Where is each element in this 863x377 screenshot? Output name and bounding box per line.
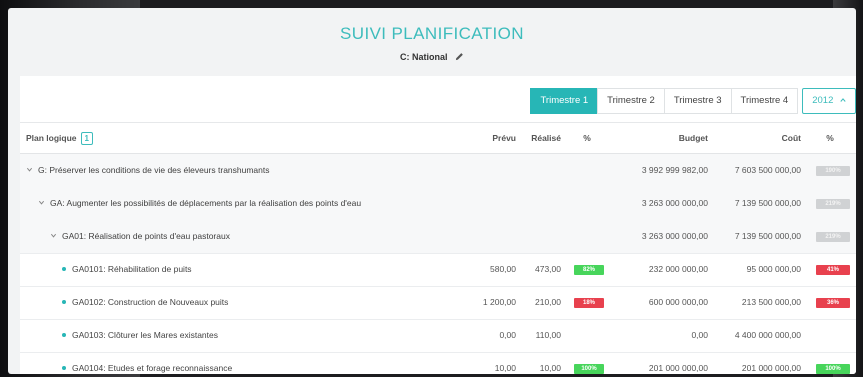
year-value: 2012	[812, 95, 834, 106]
plan-table-card: Trimestre 1 Trimestre 2 Trimestre 3 Trim…	[20, 76, 856, 374]
budget-cell: 3 263 000 000,00	[641, 231, 708, 241]
planning-panel: SUIVI PLANIFICATION C: National Trimestr…	[8, 8, 856, 374]
column-realise[interactable]: Réalisé	[516, 123, 561, 153]
row-label: GA: Augmenter les possibilités de déplac…	[50, 198, 362, 208]
page-title: SUIVI PLANIFICATION	[340, 24, 524, 43]
column-prevu[interactable]: Prévu	[460, 123, 516, 153]
cout-cell: 7 139 500 000,00	[734, 231, 801, 241]
column-cout[interactable]: Coût	[708, 123, 801, 153]
row-label: GA0102: Construction de Nouveaux puits	[72, 297, 229, 307]
row-label-cell: G: Préserver les conditions de vie des é…	[26, 154, 270, 187]
column-pct-realise[interactable]: %	[568, 123, 606, 153]
prevu-cell	[460, 154, 516, 187]
row-label: G: Préserver les conditions de vie des é…	[38, 165, 270, 175]
row-label: GA0103: Clôturer les Mares existantes	[72, 330, 218, 340]
realise-cell: 210,00	[535, 297, 561, 307]
cout-cell: 201 000 000,00	[741, 363, 801, 373]
row-label: GA0101: Réhabilitation de puits	[72, 264, 192, 274]
row-label-cell: GA0104: Etudes et forage reconnaissance	[62, 352, 232, 374]
bullet-icon	[62, 366, 66, 370]
table-row[interactable]: GA0103: Clôturer les Mares existantes 0,0…	[20, 319, 856, 353]
bullet-icon	[62, 267, 66, 271]
pct-cout-badge: 219%	[816, 232, 850, 242]
row-label-cell: GA0103: Clôturer les Mares existantes	[62, 319, 218, 352]
pct-realise-badge: 100%	[574, 364, 604, 374]
pct-realise-badge: 18%	[574, 298, 604, 308]
bullet-icon	[62, 333, 66, 337]
row-label: GA0104: Etudes et forage reconnaissance	[72, 363, 233, 373]
budget-cell: 201 000 000,00	[648, 363, 708, 373]
tab-trimestre-3[interactable]: Trimestre 3	[663, 88, 732, 114]
prevu-cell: 580,00	[490, 264, 516, 274]
prevu-cell	[460, 187, 516, 220]
pct-cout-badge: 190%	[816, 166, 850, 176]
table-row[interactable]: GA0101: Réhabilitation de puits 580,00 473…	[20, 253, 856, 287]
row-label: GA01: Réalisation de points d'eau pastor…	[62, 231, 230, 241]
realise-cell	[516, 187, 561, 220]
year-select[interactable]: 2012	[802, 88, 856, 114]
realise-cell	[516, 220, 561, 253]
chevron-up-icon	[840, 89, 846, 102]
realise-cell: 473,00	[535, 264, 561, 274]
table-row[interactable]: GA: Augmenter les possibilités de déplac…	[20, 187, 856, 221]
tab-trimestre-2[interactable]: Trimestre 2	[597, 88, 665, 114]
row-label-cell: GA: Augmenter les possibilités de déplac…	[38, 187, 361, 220]
row-label-cell: GA01: Réalisation de points d'eau pastor…	[50, 220, 230, 253]
budget-cell: 3 992 999 982,00	[641, 165, 708, 175]
prevu-cell: 1 200,00	[482, 297, 516, 307]
cout-cell: 213 500 000,00	[741, 297, 801, 307]
scope-text: C: National	[399, 52, 448, 62]
pct-cout-badge: 100%	[816, 364, 850, 374]
plan-count-badge[interactable]: 1	[80, 132, 93, 145]
budget-cell: 0,00	[691, 330, 708, 340]
pct-realise-badge: 82%	[574, 265, 604, 275]
row-label-cell: GA0102: Construction de Nouveaux puits	[62, 286, 228, 319]
pct-cout-badge: 36%	[816, 298, 850, 308]
table-header: Plan logique 1 Prévu Réalisé % Budget Coû…	[20, 122, 856, 155]
scope-label: C: National	[8, 52, 856, 62]
realise-cell: 10,00	[539, 363, 561, 373]
realise-cell	[516, 154, 561, 187]
budget-cell: 232 000 000,00	[648, 264, 708, 274]
chevron-down-icon[interactable]	[26, 154, 33, 172]
realise-cell: 110,00	[535, 330, 561, 340]
table-row[interactable]: GA0102: Construction de Nouveaux puits 1 …	[20, 286, 856, 320]
cout-cell: 7 139 500 000,00	[734, 198, 801, 208]
pencil-icon[interactable]	[455, 52, 464, 61]
column-plan-label: Plan logique	[26, 133, 77, 143]
prevu-cell: 0,00	[499, 330, 516, 340]
bullet-icon	[62, 300, 66, 304]
column-budget[interactable]: Budget	[606, 123, 708, 153]
cout-cell: 4 400 000 000,00	[734, 330, 801, 340]
column-plan: Plan logique 1	[26, 123, 93, 153]
pct-cout-badge: 41%	[816, 265, 850, 275]
chevron-down-icon[interactable]	[50, 220, 57, 238]
row-label-cell: GA0101: Réhabilitation de puits	[62, 253, 192, 286]
table-row[interactable]: G: Préserver les conditions de vie des é…	[20, 154, 856, 188]
budget-cell: 3 263 000 000,00	[641, 198, 708, 208]
table-row[interactable]: GA0104: Etudes et forage reconnaissance 1…	[20, 352, 856, 374]
budget-cell: 600 000 000,00	[648, 297, 708, 307]
page-header: SUIVI PLANIFICATION C: National	[8, 8, 856, 76]
quarter-tabs: Trimestre 1 Trimestre 2 Trimestre 3 Trim…	[530, 88, 856, 114]
chevron-down-icon[interactable]	[38, 187, 45, 205]
pct-cout-badge: 219%	[816, 199, 850, 209]
tab-trimestre-4[interactable]: Trimestre 4	[730, 88, 799, 114]
cout-cell: 95 000 000,00	[746, 264, 801, 274]
column-pct-cout[interactable]: %	[810, 123, 850, 153]
tab-trimestre-1[interactable]: Trimestre 1	[530, 88, 599, 114]
cout-cell: 7 603 500 000,00	[734, 165, 801, 175]
prevu-cell	[460, 220, 516, 253]
prevu-cell: 10,00	[494, 363, 516, 373]
table-row[interactable]: GA01: Réalisation de points d'eau pastor…	[20, 220, 856, 254]
